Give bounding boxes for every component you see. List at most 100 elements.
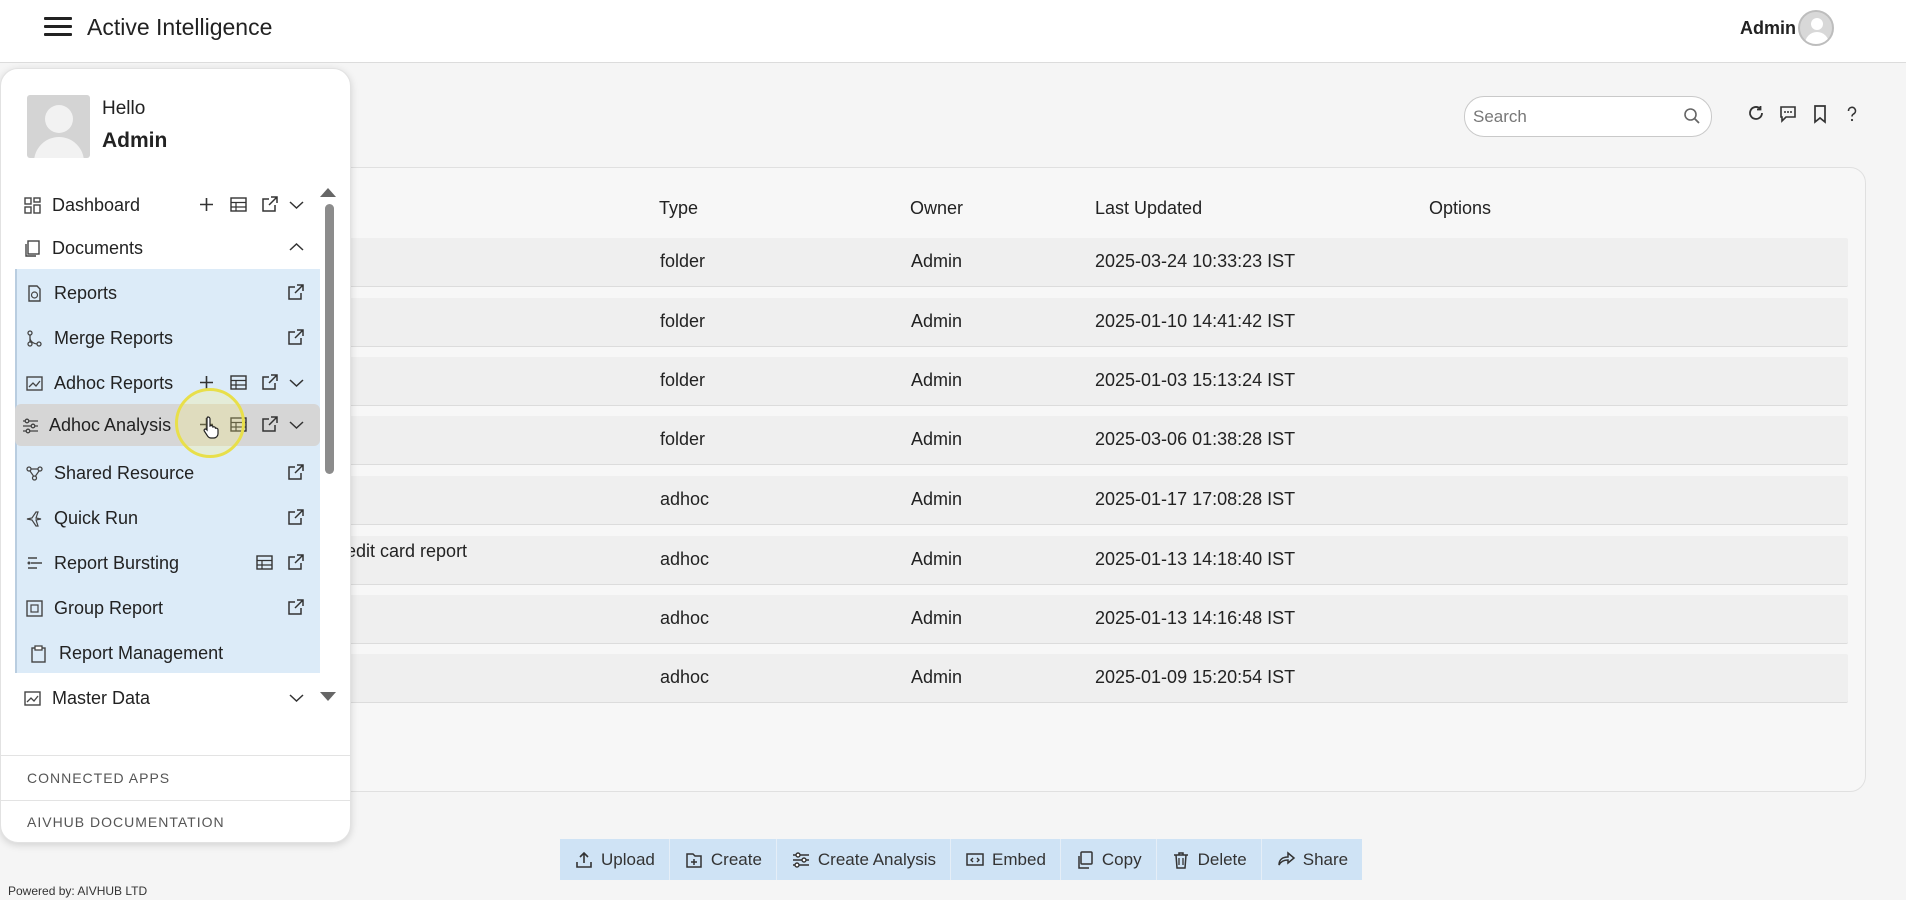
copy-icon [1078,850,1093,869]
table-icon[interactable] [229,195,248,214]
copy-button[interactable]: Copy [1061,839,1157,880]
group-report-icon [26,600,43,617]
table-row[interactable]: adhoc Admin 2025-01-13 14:16:48 IST [310,595,1848,644]
nav-item-group-report[interactable]: Group Report [15,587,320,629]
help-icon[interactable] [1842,104,1862,124]
greeting-text: Hello [102,98,146,119]
nav-label-dashboard: Dashboard [52,195,141,215]
table-row[interactable]: folder Admin 2025-03-24 10:33:23 IST [310,238,1848,287]
add-icon[interactable] [197,195,216,214]
chevron-down-icon[interactable] [287,415,306,434]
table-icon[interactable] [229,373,248,392]
dashboard-icon [24,197,41,214]
nav-item-report-management[interactable]: Report Management [15,632,320,674]
nav-item-master-data[interactable]: Master Data [15,677,320,719]
copy-label: Copy [1101,849,1142,869]
table-row[interactable]: folder Admin 2025-01-03 15:13:24 IST [310,357,1848,406]
nav-label-adhoc-analysis: Adhoc Analysis [49,415,172,435]
open-external-icon[interactable] [286,283,305,302]
open-external-icon[interactable] [260,415,279,434]
master-data-icon [24,691,41,706]
shared-resource-icon [26,466,43,481]
user-avatar[interactable] [1798,10,1834,46]
top-header: Active Intelligence Admin [0,0,1906,63]
adhoc-report-icon [26,376,43,391]
column-header-last-updated[interactable]: Last Updated [1095,198,1202,218]
action-bar: Upload Create Create Analysis Embed Copy… [560,839,1363,880]
documentation-link[interactable]: AIVHUB DOCUMENTATION [27,814,225,830]
open-external-icon[interactable] [286,598,305,617]
plane-icon [26,511,42,527]
cell-owner: Admin [911,608,963,628]
embed-icon [966,852,984,866]
nav-item-dashboard[interactable]: Dashboard [15,184,320,226]
nav-label-report-bursting: Report Bursting [54,553,180,573]
nav-item-reports[interactable]: Reports [15,272,320,314]
bookmark-icon[interactable] [1810,104,1830,124]
nav-item-report-bursting[interactable]: Report Bursting [15,542,320,584]
chevron-down-icon[interactable] [287,373,306,392]
delete-button[interactable]: Delete [1157,839,1262,880]
table-row[interactable]: folder Admin 2025-03-06 01:38:28 IST [310,416,1848,465]
refresh-icon[interactable] [1746,104,1766,124]
search-input[interactable] [1473,105,1673,129]
cell-updated: 2025-01-13 14:18:40 IST [1095,549,1296,569]
cell-type: adhoc [660,549,710,569]
scroll-up-arrow[interactable] [320,188,336,197]
open-external-icon[interactable] [260,373,279,392]
embed-button[interactable]: Embed [951,839,1061,880]
upload-button[interactable]: Upload [560,839,670,880]
open-external-icon[interactable] [286,553,305,572]
chevron-up-icon[interactable] [287,238,306,257]
connected-apps-link[interactable]: CONNECTED APPS [27,770,170,786]
nav-item-adhoc-analysis[interactable]: Adhoc Analysis [15,404,320,446]
nav-label-adhoc-reports: Adhoc Reports [54,373,174,393]
cell-owner: Admin [911,429,963,449]
open-external-icon[interactable] [286,508,305,527]
chevron-down-icon[interactable] [287,688,306,707]
open-external-icon[interactable] [286,328,305,347]
nav-label-report-management: Report Management [59,643,224,663]
comment-icon[interactable] [1778,104,1798,124]
footer-text: Powered by: AIVHUB LTD [8,884,148,898]
sliders-icon [792,851,809,868]
table-row[interactable]: adhoc Admin 2025-01-17 17:08:28 IST [310,476,1848,525]
create-button[interactable]: Create [670,839,777,880]
scroll-down-arrow[interactable] [320,692,336,701]
open-external-icon[interactable] [286,463,305,482]
nav-label-reports: Reports [54,283,118,303]
column-header-owner[interactable]: Owner [910,198,963,218]
nav-label-group-report: Group Report [54,598,164,618]
nav-item-shared-resource[interactable]: Shared Resource [15,452,320,494]
nav-label-merge-reports: Merge Reports [54,328,174,348]
nav-item-quick-run[interactable]: Quick Run [15,497,320,539]
profile-avatar [27,95,90,158]
table-row[interactable]: edit card report adhoc Admin 2025-01-13 … [310,536,1848,585]
cell-owner: Admin [911,370,963,390]
create-analysis-button[interactable]: Create Analysis [777,839,952,880]
share-button[interactable]: Share [1262,839,1362,880]
analysis-icon [23,418,38,434]
hamburger-menu-icon[interactable] [44,14,72,40]
hand-cursor-icon [203,416,219,439]
column-header-type[interactable]: Type [659,198,698,218]
nav-item-merge-reports[interactable]: Merge Reports [15,317,320,359]
user-name-label[interactable]: Admin [1740,18,1796,39]
cell-updated: 2025-01-17 17:08:28 IST [1095,489,1296,509]
cell-name: edit card report [346,541,468,561]
cell-updated: 2025-03-06 01:38:28 IST [1095,429,1296,449]
upload-icon [576,851,592,868]
cell-owner: Admin [911,311,963,331]
table-row[interactable]: folder Admin 2025-01-10 14:41:42 IST [310,298,1848,347]
scrollbar-thumb[interactable] [325,204,334,474]
nav-item-documents[interactable]: Documents [15,227,320,269]
cell-type: adhoc [660,608,710,628]
chevron-down-icon[interactable] [287,195,306,214]
cell-owner: Admin [911,549,963,569]
nav-item-adhoc-reports[interactable]: Adhoc Reports [15,362,320,404]
table-row[interactable]: adhoc Admin 2025-01-09 15:20:54 IST [310,654,1848,703]
table-icon[interactable] [255,553,274,572]
open-external-icon[interactable] [260,195,279,214]
search-icon[interactable] [1683,107,1701,125]
nav-label-master-data: Master Data [52,688,151,708]
